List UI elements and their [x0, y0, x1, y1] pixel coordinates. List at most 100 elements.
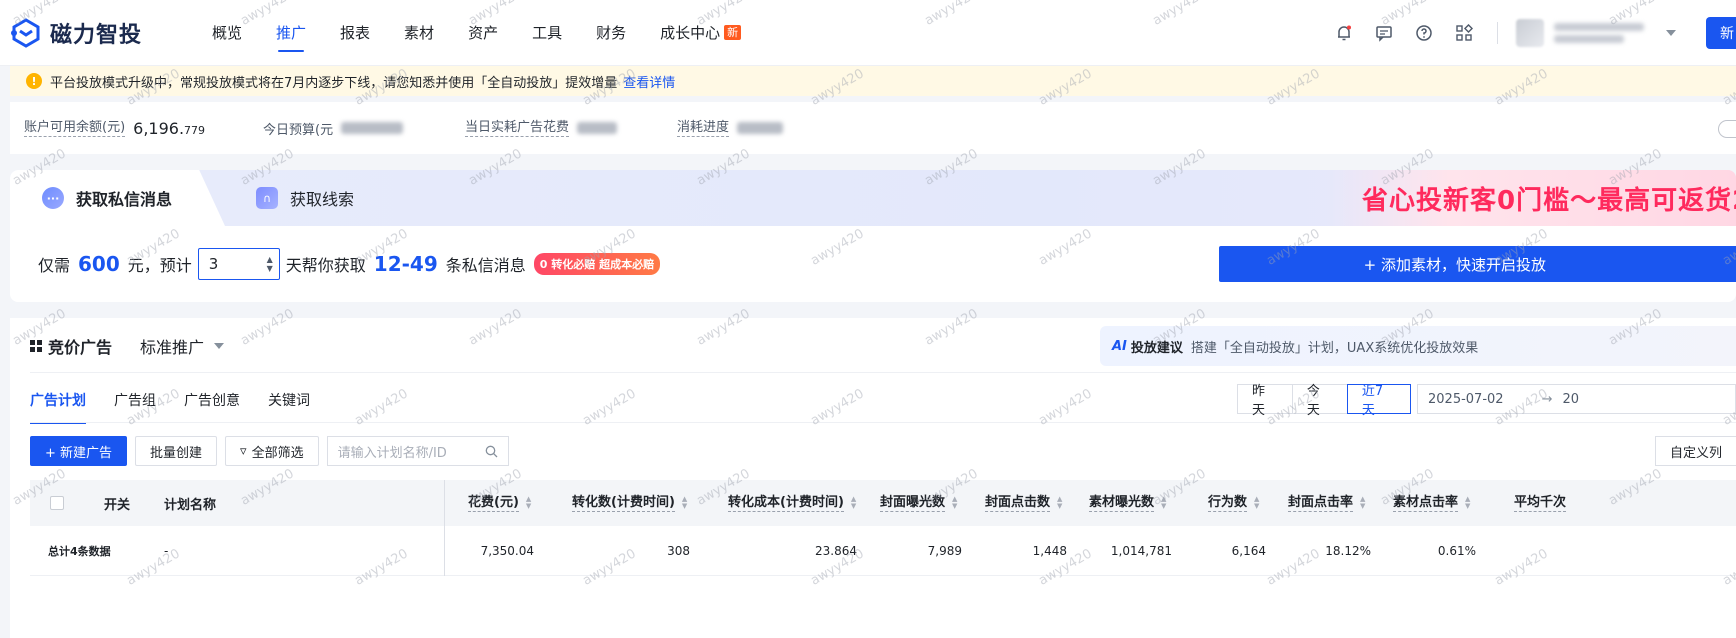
mode-select[interactable]: 标准推广	[140, 334, 225, 358]
col-label: 平均千次	[1514, 494, 1567, 512]
col-conversion-cost[interactable]: 转化成本(计费时间) ▲ ▼	[728, 480, 856, 526]
message-icon[interactable]	[1373, 22, 1395, 44]
ai-suggestion-bar[interactable]: AI 投放建议 搭建「全自动投放」计划，UAX系统优化投放效果	[1100, 326, 1736, 366]
sort-icon[interactable]: ▲ ▼	[1254, 496, 1259, 510]
date-btn-label: 近7天	[1361, 384, 1384, 418]
apps-icon[interactable]	[1453, 22, 1475, 44]
col-label: 素材曝光数	[1089, 494, 1155, 512]
nav-item-finance[interactable]: 财务	[596, 0, 626, 66]
sort-icon[interactable]: ▲ ▼	[682, 496, 687, 510]
sort-icon[interactable]: ▲ ▼	[1057, 496, 1062, 510]
select-all-checkbox[interactable]	[50, 480, 64, 526]
search-placeholder: 请输入计划名称/ID	[337, 445, 447, 461]
promo-tab-label: 获取线索	[290, 190, 355, 209]
logo[interactable]: 磁力智投	[10, 17, 200, 49]
estimate-mid: 元，预计	[127, 256, 192, 275]
chevron-down-icon	[1666, 29, 1676, 36]
nav-item-reports[interactable]: 报表	[340, 0, 370, 66]
notice-text: 平台投放模式升级中，常规投放模式将在7月内逐步下线，请您知悉并使用「全自动投放」…	[50, 75, 618, 91]
col-material-impressions[interactable]: 素材曝光数 ▲ ▼	[1089, 480, 1166, 526]
nav-label: 报表	[340, 24, 371, 42]
date-range-picker[interactable]: 2025-07-02 → 20	[1417, 384, 1736, 414]
notice-detail-link[interactable]: 查看详情	[623, 72, 675, 91]
progress-label: 消耗进度	[677, 119, 730, 137]
nav-divider	[1497, 21, 1498, 44]
tab-label: 广告计划	[30, 393, 86, 409]
nav-item-growth-center[interactable]: 成长中心 新	[660, 0, 742, 66]
logo-text: 磁力智投	[50, 22, 143, 48]
sort-icon[interactable]: ▲ ▼	[1465, 496, 1470, 510]
search-icon[interactable]	[485, 445, 498, 458]
tab-ad-group[interactable]: 广告组	[114, 378, 156, 422]
nav-right-tools: 新	[1315, 0, 1736, 66]
col-label: 素材点击率	[1393, 494, 1459, 512]
nav-item-materials[interactable]: 素材	[404, 0, 434, 66]
date-end: 20	[1562, 391, 1580, 407]
col-actions[interactable]: 行为数 ▲ ▼	[1208, 480, 1259, 526]
col-cover-clicks[interactable]: 封面点击数 ▲ ▼	[985, 480, 1062, 526]
ai-icon: AI	[1112, 338, 1127, 354]
sort-icon[interactable]: ▲ ▼	[526, 496, 531, 510]
tab-campaign[interactable]: 广告计划	[30, 378, 86, 424]
panel-header: 竞价广告 标准推广	[30, 318, 225, 374]
new-button[interactable]: 新	[1706, 16, 1736, 49]
col-conversions[interactable]: 转化数(计费时间) ▲ ▼	[572, 480, 687, 526]
nav-label: 成长中心	[660, 24, 721, 42]
promo-tabs: ··· 获取私信消息 ∩ 获取线索 省心投新客0门槛～最高可返货20% 立即	[10, 170, 1736, 226]
col-label: 转化数(计费时间)	[572, 494, 675, 512]
filter-button[interactable]: ▿ 全部筛选	[225, 436, 319, 466]
date-7days-button[interactable]: 近7天	[1346, 384, 1412, 418]
sort-icon[interactable]: ▲ ▼	[1161, 496, 1166, 510]
col-avg-cpm[interactable]: 平均千次	[1514, 480, 1567, 526]
col-name: 计划名称	[164, 480, 216, 526]
bell-icon[interactable]	[1333, 22, 1355, 44]
nav-item-assets[interactable]: 资产	[468, 0, 498, 66]
nav-label: 资产	[468, 24, 499, 42]
spend-label: 当日实耗广告花费	[465, 119, 570, 137]
collapse-toggle[interactable]	[1718, 120, 1736, 138]
summary-material-impressions: 1,014,781	[1110, 543, 1172, 558]
summary-name: -	[164, 543, 169, 558]
col-cover-ctr[interactable]: 封面点击率 ▲ ▼	[1288, 480, 1365, 526]
promo-tab-messages[interactable]: ··· 获取私信消息	[42, 170, 172, 226]
frozen-column-divider	[444, 480, 445, 576]
days-stepper[interactable]: 3 ▲ ▼	[197, 248, 280, 280]
table-toolbar: + 新建广告 批量创建 ▿ 全部筛选 请输入计划名称/ID 自定义列	[30, 436, 1736, 466]
estimate-range: 12-49	[373, 252, 438, 276]
tab-creative[interactable]: 广告创意	[184, 378, 240, 422]
estimate-amount: 600	[78, 252, 120, 276]
help-icon[interactable]	[1413, 22, 1435, 44]
tab-keywords[interactable]: 关键词	[268, 378, 310, 422]
promo-estimate-row: 仅需 600 元，预计 3 ▲ ▼ 天帮你获取 12-49 条私信消息 0 转化必…	[10, 226, 1736, 302]
col-cost[interactable]: 花费(元) ▲ ▼	[468, 480, 531, 526]
sort-icon[interactable]: ▲ ▼	[1360, 496, 1365, 510]
search-input[interactable]: 请输入计划名称/ID	[326, 436, 509, 466]
nav-label: 工具	[532, 24, 563, 42]
account-switcher[interactable]	[1516, 18, 1686, 47]
summary-material-ctr: 0.61%	[1437, 543, 1476, 558]
date-today-button[interactable]: 今天	[1291, 384, 1348, 418]
col-label: 封面点击数	[985, 494, 1051, 512]
add-material-button[interactable]: + 添加素材，快速开启投放	[1219, 246, 1736, 282]
nav-item-overview[interactable]: 概览	[212, 0, 242, 66]
guarantee-tag: 0 转化必赔 超成本必赔	[533, 253, 661, 275]
nav-item-promotion[interactable]: 推广	[276, 0, 306, 66]
col-cover-impressions[interactable]: 封面曝光数 ▲ ▼	[880, 480, 957, 526]
date-yesterday-button[interactable]: 昨天	[1237, 384, 1293, 418]
new-ad-button[interactable]: + 新建广告	[30, 436, 128, 466]
mode-value: 标准推广	[140, 338, 205, 357]
banner-text: 省心投新客0门槛～最高可返货20%	[1362, 185, 1736, 216]
tab-label: 广告组	[114, 393, 156, 409]
sort-icon[interactable]: ▲ ▼	[952, 496, 957, 510]
custom-columns-button[interactable]: 自定义列	[1654, 436, 1736, 466]
promo-tab-leads[interactable]: ∩ 获取线索	[256, 170, 354, 226]
nav-item-tools[interactable]: 工具	[532, 0, 562, 66]
stepper-arrows-icon[interactable]: ▲ ▼	[267, 255, 273, 273]
account-stats: 账户可用余额(元) 6,196.779 今日预算(元 当日实耗广告花费 消耗进度	[10, 102, 1736, 154]
sort-icon[interactable]: ▲ ▼	[851, 496, 856, 510]
batch-create-button[interactable]: 批量创建	[135, 436, 218, 466]
stat-spend: 当日实耗广告花费	[465, 102, 618, 154]
col-material-ctr[interactable]: 素材点击率 ▲ ▼	[1393, 480, 1470, 526]
panel-title: 竞价广告	[48, 338, 113, 357]
promo-banner[interactable]: 省心投新客0门槛～最高可返货20% 立即	[1326, 170, 1736, 226]
